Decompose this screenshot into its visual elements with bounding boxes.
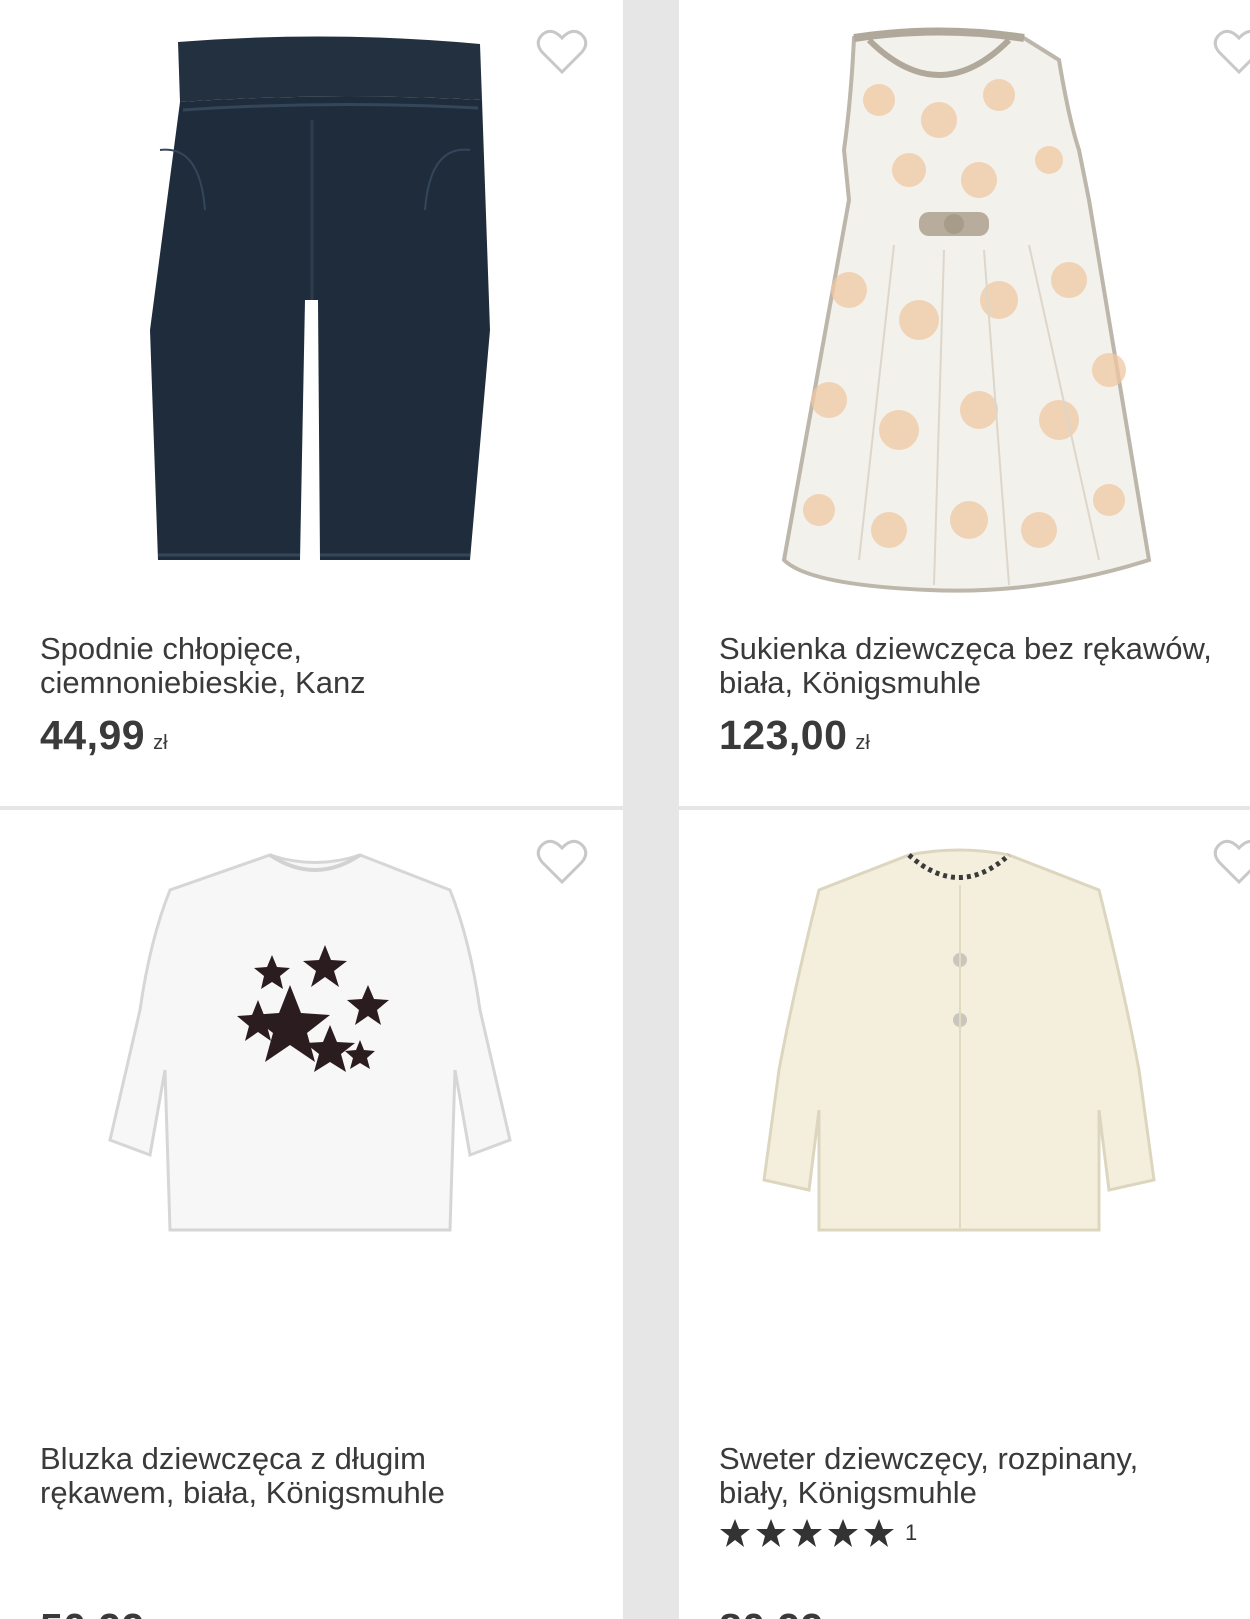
price-amount: 50,99 — [40, 1605, 145, 1619]
product-price: 44,99 zł — [40, 712, 168, 759]
price-currency: zł — [855, 732, 870, 754]
product-price: 80,99zł — [719, 1605, 847, 1619]
product-price: 50,99zł — [40, 1605, 168, 1619]
product-card[interactable]: Sukienka dziewczęca bez rękawów, biała, … — [679, 0, 1250, 806]
star-icon — [792, 1519, 822, 1547]
product-title[interactable]: Bluzka dziewczęca z długim rękawem, biał… — [40, 1442, 620, 1510]
product-card[interactable]: Spodnie chłopięce, ciemnoniebieskie, Kan… — [0, 0, 623, 806]
price-amount: 80,99 — [719, 1605, 824, 1619]
product-rating: 1 — [719, 1518, 917, 1548]
product-title[interactable]: Sweter dziewczęcy, rozpinany, biały, Kön… — [719, 1442, 1250, 1510]
star-icon — [756, 1519, 786, 1547]
rating-count: 1 — [905, 1520, 918, 1545]
product-grid: Spodnie chłopięce, ciemnoniebieskie, Kan… — [0, 0, 1250, 1619]
product-card[interactable]: Bluzka dziewczęca z długim rękawem, biał… — [0, 810, 623, 1619]
navy-pants-image[interactable] — [0, 0, 623, 610]
star-icon — [828, 1519, 858, 1547]
star-icon — [720, 1519, 750, 1547]
favorite-heart-icon[interactable] — [1213, 838, 1250, 886]
favorite-heart-icon[interactable] — [536, 838, 588, 886]
price-amount: 123,00 — [719, 712, 848, 758]
product-title[interactable]: Sukienka dziewczęca bez rękawów, biała, … — [719, 632, 1250, 700]
favorite-heart-icon[interactable] — [536, 28, 588, 76]
price-currency: zł — [153, 732, 168, 754]
favorite-heart-icon[interactable] — [1213, 28, 1250, 76]
product-card[interactable]: Sweter dziewczęcy, rozpinany, biały, Kön… — [679, 810, 1250, 1619]
white-star-shirt-image[interactable] — [0, 810, 623, 1420]
star-icon — [864, 1519, 894, 1547]
white-dress-image[interactable] — [679, 0, 1250, 610]
cream-cardigan-image[interactable] — [679, 810, 1250, 1420]
price-amount: 44,99 — [40, 712, 146, 758]
product-title[interactable]: Spodnie chłopięce, ciemnoniebieskie, Kan… — [40, 632, 620, 700]
product-price: 123,00 zł — [719, 712, 870, 759]
